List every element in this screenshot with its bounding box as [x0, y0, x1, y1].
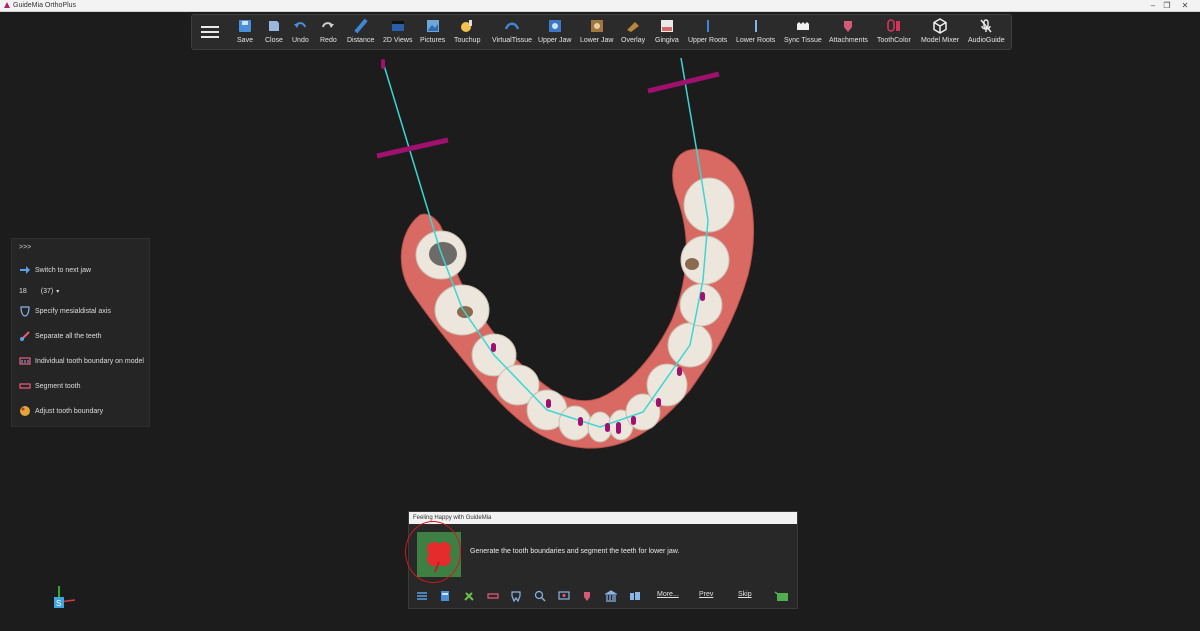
guide-popup: Feeling Happy with GuideMia Generate the… — [408, 511, 798, 609]
gallery-icon[interactable] — [629, 590, 641, 602]
attachments-icon — [844, 21, 853, 32]
tool-pictures-button[interactable]: Pictures — [420, 18, 445, 48]
tool-attachments-button[interactable]: Attachments — [829, 18, 868, 48]
tool-undo-button[interactable]: Undo — [292, 18, 309, 48]
redo-icon — [322, 22, 335, 28]
axis-handle[interactable] — [381, 59, 385, 69]
tool-label: Redo — [320, 37, 337, 44]
tool-audio-guide-button[interactable]: AudioGuide — [968, 18, 1005, 48]
tool-close-button[interactable]: Close — [265, 18, 283, 48]
tool-label: VirtualTissue — [492, 37, 533, 44]
document-icon[interactable] — [439, 590, 451, 602]
upper-roots-icon — [706, 20, 709, 32]
axis-gizmo-icon: S — [54, 586, 76, 608]
highlight-circle — [405, 521, 461, 583]
overlay-icon — [627, 22, 640, 32]
tool-lower-roots-button[interactable]: Lower Roots — [736, 18, 775, 48]
sync-tissue-icon — [796, 22, 809, 30]
segment-tooth-icon[interactable] — [487, 590, 499, 602]
guide-action-bar: More... Prev Skip — [413, 590, 793, 604]
next-step-icon[interactable] — [774, 590, 790, 602]
tooth-outline-icon[interactable] — [510, 590, 522, 602]
tool-label: Save — [237, 37, 253, 44]
bank-icon[interactable] — [605, 590, 617, 602]
svg-text:S: S — [56, 599, 61, 608]
model-mixer-icon — [933, 18, 947, 34]
tool-save-button[interactable]: Save — [237, 18, 253, 48]
tool-label: Undo — [292, 37, 309, 44]
tool-gingiva-button[interactable]: Gingiva — [655, 18, 679, 48]
window-titlebar: GuideMia OrthoPlus – ❐ ✕ — [0, 0, 1200, 12]
tool-touchup-button[interactable]: Touchup — [454, 18, 480, 48]
upper-jaw-icon — [548, 20, 561, 32]
tool-label: Gingiva — [655, 37, 679, 44]
tool-label: ToothColor — [877, 37, 911, 44]
gingiva-icon — [660, 20, 673, 32]
tool-label: Touchup — [454, 37, 481, 44]
restore-icon[interactable]: ❐ — [1160, 0, 1174, 11]
guide-title: Feeling Happy with GuideMia — [409, 512, 797, 524]
close-window-icon[interactable]: ✕ — [1178, 0, 1192, 11]
tool-lower-jaw-button[interactable]: Lower Jaw — [580, 18, 613, 48]
tool-label: Upper Jaw — [538, 37, 572, 44]
tool-label: Pictures — [420, 37, 446, 44]
close-file-icon — [268, 21, 279, 31]
tool-upper-roots-button[interactable]: Upper Roots — [688, 18, 727, 48]
tool-label: Sync Tissue — [784, 37, 822, 44]
amalgam-filling — [429, 242, 457, 266]
prev-link[interactable]: Prev — [699, 591, 713, 598]
app-logo-icon — [4, 2, 10, 8]
lower-jaw-icon — [590, 20, 603, 32]
tool-label: Upper Roots — [688, 37, 728, 44]
tools-icon[interactable] — [463, 590, 475, 602]
audio-guide-icon — [980, 19, 992, 33]
main-toolbar: Save Close Undo Redo Distance 2D Views P… — [191, 14, 1012, 50]
tool-label: Lower Jaw — [580, 37, 614, 44]
axis-end-marker — [376, 137, 449, 159]
tool-model-mixer-button[interactable]: Model Mixer — [921, 18, 959, 48]
tool-label: Distance — [347, 37, 375, 44]
undo-icon — [294, 22, 307, 28]
tool-virtual-tissue-button[interactable]: VirtualTissue — [492, 18, 532, 48]
list-icon[interactable] — [416, 590, 428, 602]
tool-label: Close — [265, 37, 283, 44]
tool-label: 2D Views — [383, 37, 413, 44]
tool-label: Attachments — [829, 37, 868, 44]
search-tooth-icon[interactable] — [534, 590, 546, 602]
tooth-stain — [685, 258, 699, 270]
tool-2d-views-button[interactable]: 2D Views — [383, 18, 412, 48]
tool-label: Model Mixer — [921, 37, 960, 44]
lower-roots-icon — [754, 20, 757, 32]
tool-sync-tissue-button[interactable]: Sync Tissue — [784, 18, 822, 48]
tool-tooth-color-button[interactable]: ToothColor — [877, 18, 911, 48]
tool-distance-button[interactable]: Distance — [347, 18, 374, 48]
tool-overlay-button[interactable]: Overlay — [621, 18, 645, 48]
tool-label: Lower Roots — [736, 37, 776, 44]
tooth-color-icon — [887, 19, 900, 32]
more-link[interactable]: More... — [657, 591, 679, 598]
save-icon — [239, 20, 251, 32]
tool-redo-button[interactable]: Redo — [320, 18, 337, 48]
2d-views-icon — [391, 21, 404, 31]
minimize-icon[interactable]: – — [1146, 0, 1160, 11]
skip-link[interactable]: Skip — [738, 591, 752, 598]
monitor-icon[interactable] — [558, 590, 570, 602]
tool-upper-jaw-button[interactable]: Upper Jaw — [538, 18, 571, 48]
tool-label: AudioGuide — [968, 37, 1005, 44]
guide-message: Generate the tooth boundaries and segmen… — [470, 548, 680, 555]
virtual-tissue-icon — [504, 22, 520, 30]
pictures-icon — [426, 20, 439, 32]
attachment-icon[interactable] — [581, 590, 593, 602]
ruler-icon — [353, 18, 368, 34]
tool-label: Overlay — [621, 37, 646, 44]
app-title: GuideMia OrthoPlus — [13, 2, 77, 9]
touchup-icon — [461, 20, 473, 32]
hamburger-menu-icon[interactable] — [201, 23, 219, 41]
